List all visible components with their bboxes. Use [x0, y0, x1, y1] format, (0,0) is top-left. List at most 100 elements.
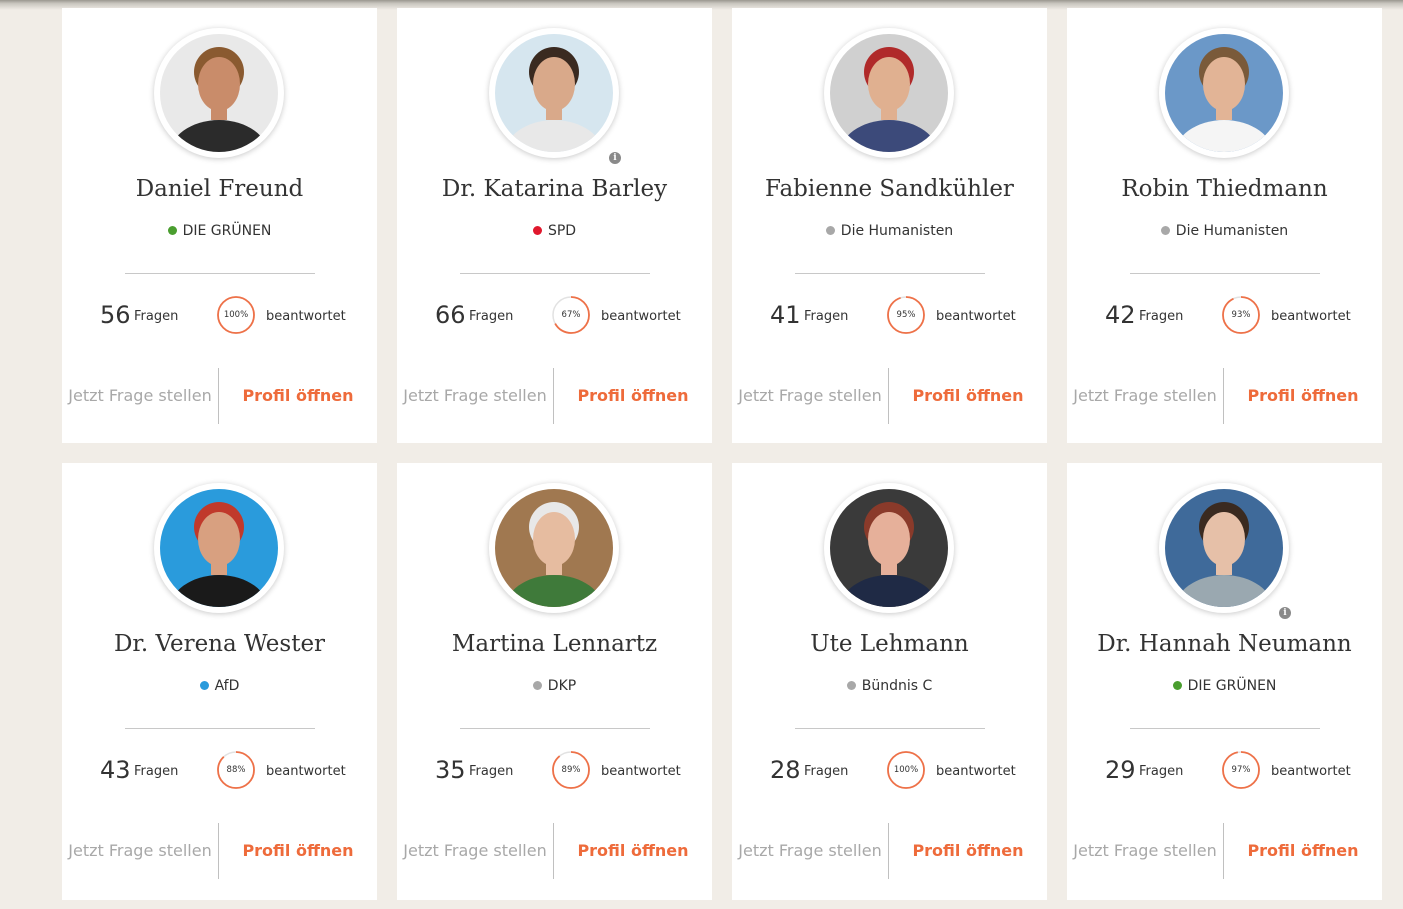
avatar[interactable]: i [1159, 483, 1291, 619]
avatar[interactable] [489, 483, 619, 613]
divider [125, 728, 315, 729]
candidate-name: Fabienne Sandkühler [765, 176, 1014, 202]
candidate-grid: Daniel Freund DIE GRÜNEN 56 Fragen 100% … [62, 8, 1382, 900]
stats-row: 29 Fragen 97% beantwortet [1067, 750, 1382, 790]
questions-label: Fragen [1139, 309, 1184, 324]
candidate-name: Robin Thiedmann [1121, 176, 1328, 202]
portrait-photo [160, 34, 278, 152]
stats-row: 42 Fragen 93% beantwortet [1067, 295, 1382, 335]
candidate-card: Fabienne Sandkühler Die Humanisten 41 Fr… [732, 8, 1047, 443]
divider [125, 273, 315, 274]
party-dot-icon [846, 681, 856, 690]
ask-question-link[interactable]: Jetzt Frage stellen [1067, 386, 1223, 405]
avatar[interactable] [1159, 28, 1289, 158]
question-count: 41 [770, 301, 801, 329]
candidate-card: Dr. Verena Wester AfD 43 Fragen 88% bean… [62, 463, 377, 900]
avatar[interactable] [154, 483, 284, 613]
candidate-name: Dr. Katarina Barley [441, 176, 668, 202]
answer-rate-ring: 88% [216, 750, 256, 790]
question-count: 28 [770, 756, 801, 784]
answered-label: beantwortet [266, 309, 346, 324]
avatar[interactable] [154, 28, 284, 158]
stats-row: 56 Fragen 100% beantwortet [62, 295, 377, 335]
question-count: 56 [100, 301, 131, 329]
card-actions: Jetzt Frage stellen Profil öffnen [62, 368, 377, 424]
answered-label: beantwortet [936, 309, 1016, 324]
answered-label: beantwortet [601, 309, 681, 324]
party-dot-icon [1172, 681, 1182, 690]
candidate-card: Daniel Freund DIE GRÜNEN 56 Fragen 100% … [62, 8, 377, 443]
candidate-card: i Dr. Katarina Barley SPD 66 Fragen 67% … [397, 8, 712, 443]
question-count: 35 [435, 756, 466, 784]
answer-rate-ring: 97% [1221, 750, 1261, 790]
open-profile-link[interactable]: Profil öffnen [554, 841, 712, 860]
party-label: Die Humanisten [1067, 223, 1382, 239]
party-dot-icon [199, 681, 209, 690]
divider [795, 728, 985, 729]
candidate-card: Robin Thiedmann Die Humanisten 42 Fragen… [1067, 8, 1382, 443]
open-profile-link[interactable]: Profil öffnen [1224, 841, 1382, 860]
stats-row: 35 Fragen 89% beantwortet [397, 750, 712, 790]
avatar[interactable] [824, 28, 954, 158]
open-profile-link[interactable]: Profil öffnen [219, 386, 377, 405]
answer-rate-ring: 100% [216, 295, 256, 335]
open-profile-link[interactable]: Profil öffnen [889, 841, 1047, 860]
ask-question-link[interactable]: Jetzt Frage stellen [62, 841, 218, 860]
party-name: SPD [547, 223, 577, 239]
card-actions: Jetzt Frage stellen Profil öffnen [732, 823, 1047, 879]
ask-question-link[interactable]: Jetzt Frage stellen [732, 386, 888, 405]
avatar[interactable] [824, 483, 954, 613]
ask-question-link[interactable]: Jetzt Frage stellen [62, 386, 218, 405]
questions-label: Fragen [469, 764, 514, 779]
party-dot-icon [532, 681, 542, 690]
info-icon[interactable]: i [609, 152, 621, 164]
stats-row: 43 Fragen 88% beantwortet [62, 750, 377, 790]
answered-label: beantwortet [936, 764, 1016, 779]
card-actions: Jetzt Frage stellen Profil öffnen [397, 368, 712, 424]
stats-row: 66 Fragen 67% beantwortet [397, 295, 712, 335]
avatar[interactable]: i [489, 28, 621, 164]
questions-label: Fragen [469, 309, 514, 324]
answer-rate-text: 100% [223, 310, 249, 320]
portrait-photo [495, 34, 613, 152]
answer-rate-text: 88% [226, 765, 246, 775]
questions-label: Fragen [134, 309, 179, 324]
question-count: 42 [1105, 301, 1136, 329]
answered-label: beantwortet [601, 764, 681, 779]
portrait-photo [1165, 34, 1283, 152]
ask-question-link[interactable]: Jetzt Frage stellen [732, 841, 888, 860]
open-profile-link[interactable]: Profil öffnen [219, 841, 377, 860]
party-name: AfD [214, 678, 240, 694]
party-name: DIE GRÜNEN [1187, 678, 1277, 694]
stats-row: 41 Fragen 95% beantwortet [732, 295, 1047, 335]
party-dot-icon [825, 226, 835, 235]
answer-rate-ring: 100% [886, 750, 926, 790]
answer-rate-text: 97% [1231, 765, 1251, 775]
answer-rate-text: 67% [561, 310, 581, 320]
info-icon[interactable]: i [1279, 607, 1291, 619]
ask-question-link[interactable]: Jetzt Frage stellen [1067, 841, 1223, 860]
party-dot-icon [1160, 226, 1170, 235]
party-label: DIE GRÜNEN [1067, 678, 1382, 694]
answer-rate-text: 89% [561, 765, 581, 775]
candidate-name: Martina Lennartz [451, 631, 658, 657]
question-count: 43 [100, 756, 131, 784]
question-count: 66 [435, 301, 466, 329]
open-profile-link[interactable]: Profil öffnen [554, 386, 712, 405]
answered-label: beantwortet [1271, 309, 1351, 324]
answered-label: beantwortet [1271, 764, 1351, 779]
questions-label: Fragen [804, 309, 849, 324]
candidate-card: Martina Lennartz DKP 35 Fragen 89% beant… [397, 463, 712, 900]
open-profile-link[interactable]: Profil öffnen [889, 386, 1047, 405]
party-dot-icon [532, 226, 542, 235]
portrait-photo [495, 489, 613, 607]
party-label: DIE GRÜNEN [62, 223, 377, 239]
questions-label: Fragen [134, 764, 179, 779]
open-profile-link[interactable]: Profil öffnen [1224, 386, 1382, 405]
ask-question-link[interactable]: Jetzt Frage stellen [397, 841, 553, 860]
divider [460, 728, 650, 729]
answer-rate-ring: 89% [551, 750, 591, 790]
answer-rate-ring: 95% [886, 295, 926, 335]
ask-question-link[interactable]: Jetzt Frage stellen [397, 386, 553, 405]
candidate-name: Ute Lehmann [810, 631, 969, 657]
